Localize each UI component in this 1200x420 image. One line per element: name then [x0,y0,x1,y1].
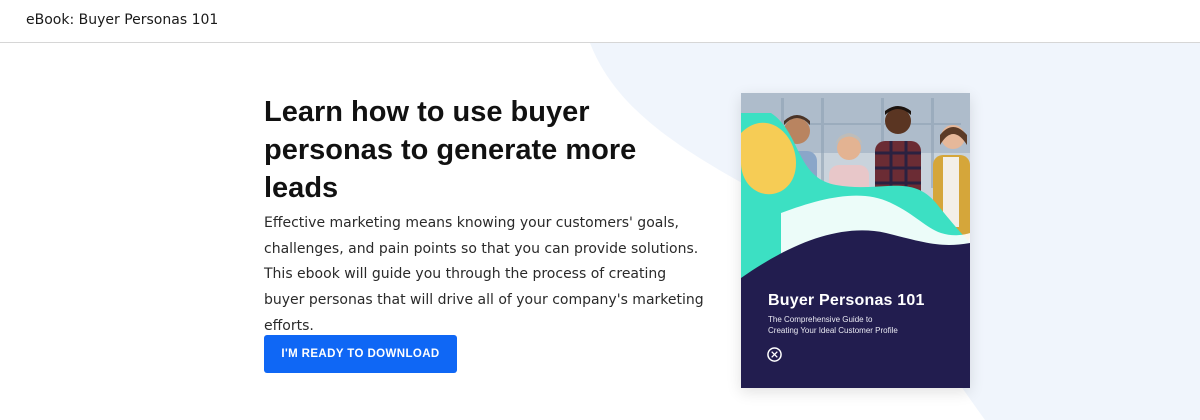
top-bar: eBook: Buyer Personas 101 [0,0,1200,43]
ebook-cover-title: Buyer Personas 101 [768,292,925,309]
ebook-cover-subtitle-line1: The Comprehensive Guide to [768,315,873,324]
download-button[interactable]: I'M READY TO DOWNLOAD [264,335,457,373]
background-shape [590,43,1200,420]
hero-heading: Learn how to use buyer personas to gener… [264,96,637,204]
page-header-title: eBook: Buyer Personas 101 [26,12,219,28]
ebook-cover-subtitle-line2: Creating Your Ideal Customer Profile [768,325,898,335]
hero-description: Effective marketing means knowing your c… [264,215,704,334]
ebook-cover: Buyer Personas 101 The Comprehensive Gui… [741,93,970,388]
cover-photo-illustration [741,93,970,388]
ebook-cover-subtitle: The Comprehensive Guide to Creating Your… [768,315,938,336]
brand-logo-icon [767,347,782,362]
